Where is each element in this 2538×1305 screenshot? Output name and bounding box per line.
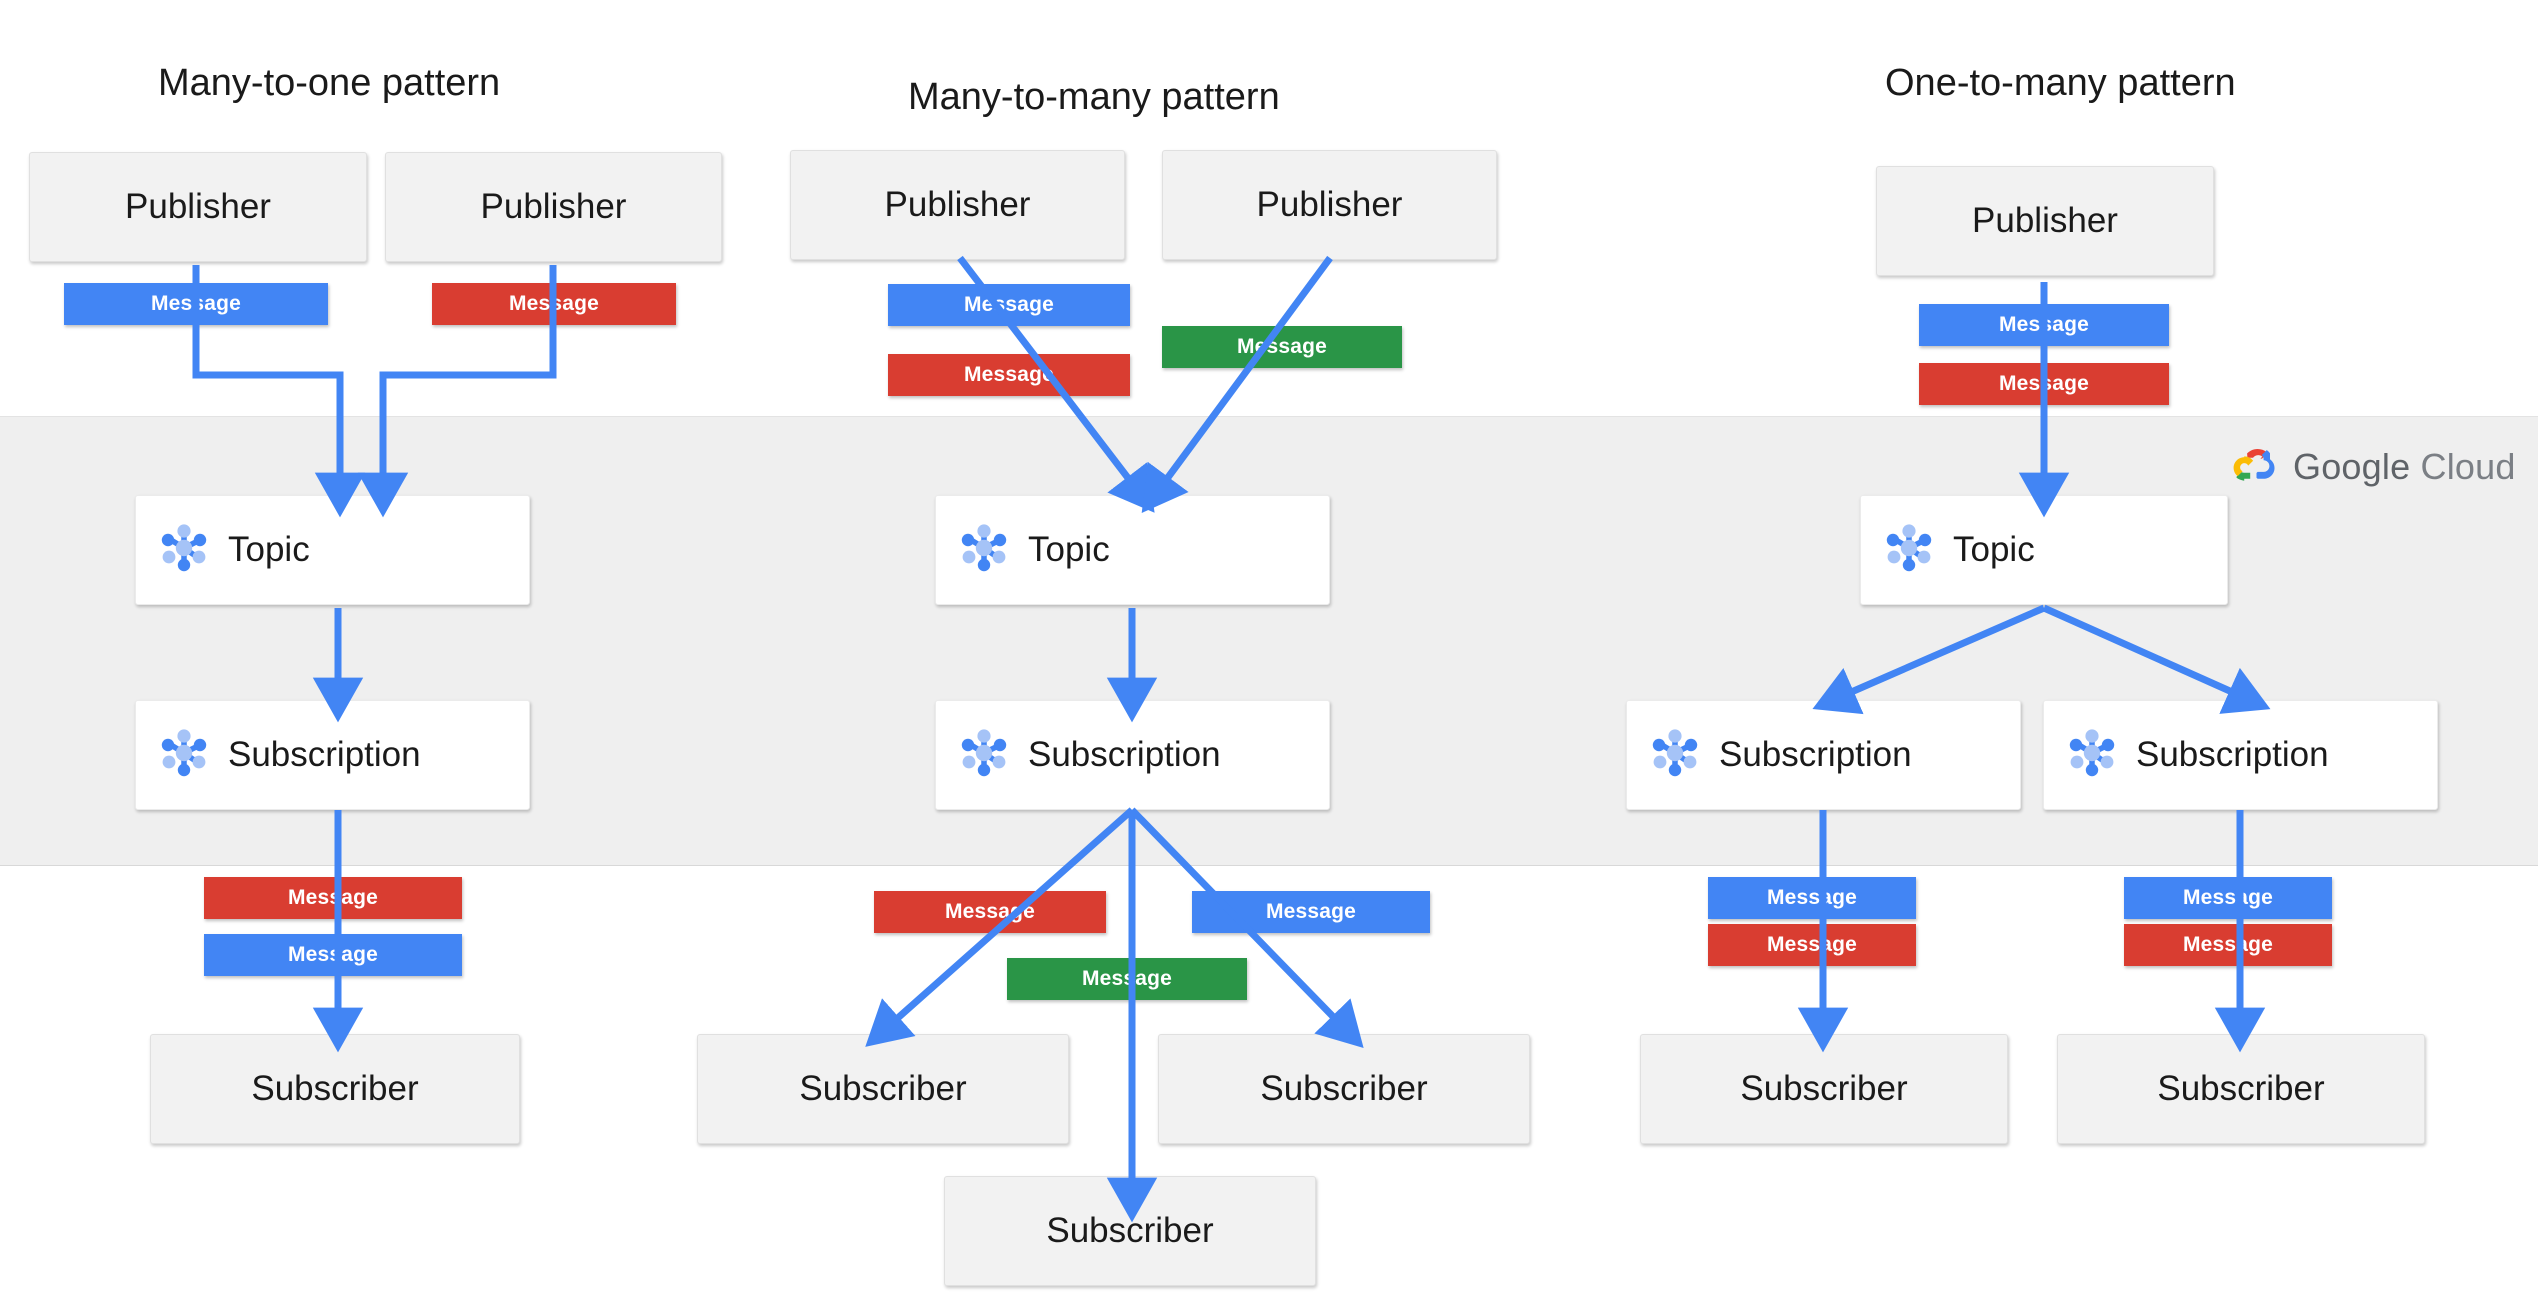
node-label: Subscription — [228, 735, 421, 774]
subscription-node-c2[interactable]: Subscription — [935, 700, 1330, 810]
pubsub-subscription-icon — [156, 725, 212, 786]
subscriber-node-c3-1[interactable]: Subscriber — [1640, 1034, 2008, 1144]
subscriber-node-c2-1[interactable]: Subscriber — [697, 1034, 1069, 1144]
google-cloud-cloud-icon — [2233, 449, 2275, 481]
pubsub-subscription-icon — [956, 725, 1012, 786]
pubsub-topic-icon — [1881, 520, 1937, 581]
publisher-node-c1-1[interactable]: Publisher — [29, 152, 367, 262]
logo-text-google: Google — [2293, 446, 2411, 487]
message-badge-c2-deliver-2: Message — [1192, 891, 1430, 933]
subscriber-node-c1-1[interactable]: Subscriber — [150, 1034, 520, 1144]
publisher-node-c3-1[interactable]: Publisher — [1876, 166, 2214, 276]
message-badge-c3-deliver-1: Message — [1708, 877, 1916, 919]
google-cloud-logo: Google Cloud — [2233, 446, 2516, 488]
message-badge-c2-publish-2: Message — [888, 354, 1130, 396]
pubsub-patterns-diagram: Google Cloud Many-to-one pattern Many-to… — [0, 0, 2538, 1305]
subscriber-node-c3-2[interactable]: Subscriber — [2057, 1034, 2425, 1144]
message-badge-c3-deliver-2: Message — [1708, 924, 1916, 966]
node-label: Subscription — [1719, 735, 1912, 774]
subscriber-node-c2-3[interactable]: Subscriber — [944, 1176, 1316, 1286]
message-badge-c2-publish-3: Message — [1162, 326, 1402, 368]
node-label: Publisher — [480, 187, 627, 226]
message-badge-c2-publish-1: Message — [888, 284, 1130, 326]
message-badge-c2-deliver-1: Message — [874, 891, 1106, 933]
node-label: Publisher — [1256, 185, 1403, 224]
publisher-node-c1-2[interactable]: Publisher — [385, 152, 722, 262]
node-label: Publisher — [884, 185, 1031, 224]
subscriber-node-c2-2[interactable]: Subscriber — [1158, 1034, 1530, 1144]
message-badge-c1-publish-1: Message — [64, 283, 328, 325]
subscription-node-c1[interactable]: Subscription — [135, 700, 530, 810]
topic-node-c2[interactable]: Topic — [935, 495, 1330, 605]
message-badge-c3-publish-1: Message — [1919, 304, 2169, 346]
node-label: Topic — [228, 530, 310, 569]
node-label: Subscriber — [1260, 1069, 1428, 1108]
message-badge-c3-publish-2: Message — [1919, 363, 2169, 405]
topic-node-c3[interactable]: Topic — [1860, 495, 2228, 605]
message-badge-c1-deliver-1: Message — [204, 877, 462, 919]
message-badge-c1-publish-2: Message — [432, 283, 676, 325]
logo-text-cloud: Cloud — [2420, 446, 2516, 487]
publisher-node-c2-2[interactable]: Publisher — [1162, 150, 1497, 260]
pubsub-subscription-icon — [1647, 725, 1703, 786]
node-label: Subscription — [1028, 735, 1221, 774]
column-title-many-to-one: Many-to-one pattern — [158, 62, 501, 104]
pubsub-topic-icon — [956, 520, 1012, 581]
node-label: Subscriber — [799, 1069, 967, 1108]
message-badge-c1-deliver-2: Message — [204, 934, 462, 976]
node-label: Subscriber — [1046, 1211, 1214, 1250]
topic-node-c1[interactable]: Topic — [135, 495, 530, 605]
node-label: Subscriber — [251, 1069, 419, 1108]
subscription-node-c3-2[interactable]: Subscription — [2043, 700, 2438, 810]
node-label: Topic — [1028, 530, 1110, 569]
message-badge-c2-deliver-3: Message — [1007, 958, 1247, 1000]
node-label: Subscription — [2136, 735, 2329, 774]
node-label: Subscriber — [1740, 1069, 1908, 1108]
node-label: Publisher — [125, 187, 271, 226]
pubsub-subscription-icon — [2064, 725, 2120, 786]
column-title-many-to-many: Many-to-many pattern — [908, 76, 1280, 118]
node-label: Publisher — [1972, 201, 2118, 240]
pubsub-topic-icon — [156, 520, 212, 581]
node-label: Topic — [1953, 530, 2035, 569]
subscription-node-c3-1[interactable]: Subscription — [1626, 700, 2021, 810]
node-label: Subscriber — [2157, 1069, 2325, 1108]
publisher-node-c2-1[interactable]: Publisher — [790, 150, 1125, 260]
google-cloud-wordmark: Google Cloud — [2293, 446, 2516, 488]
column-title-one-to-many: One-to-many pattern — [1885, 62, 2236, 104]
message-badge-c3-deliver-4: Message — [2124, 924, 2332, 966]
message-badge-c3-deliver-3: Message — [2124, 877, 2332, 919]
